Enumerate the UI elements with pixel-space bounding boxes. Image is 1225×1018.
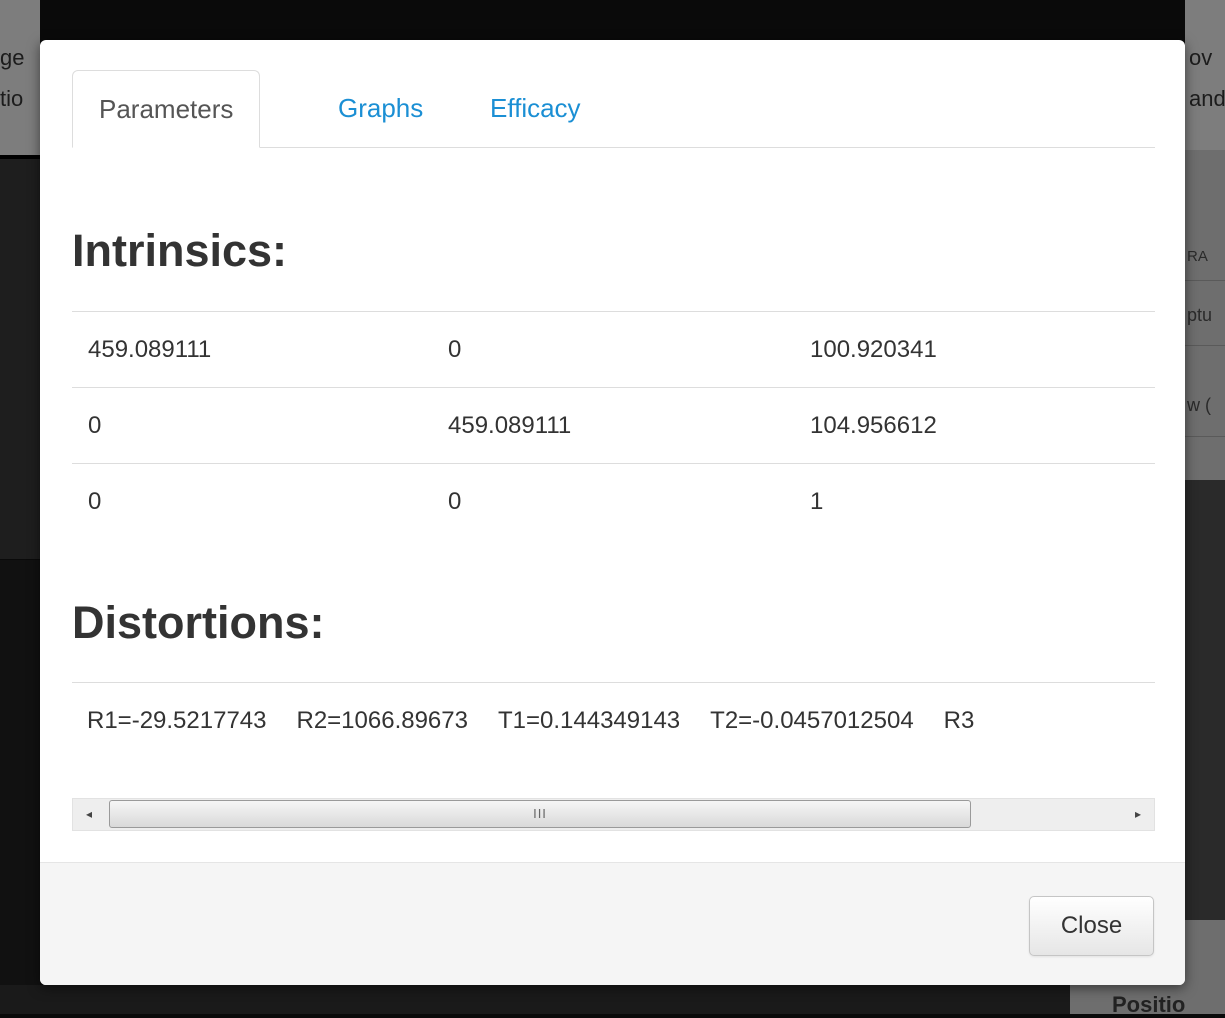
distortion-value-r2: R2=1066.89673 [296,707,468,734]
table-cell: 459.089111 [448,412,572,439]
intrinsics-table: 459.089111 0 100.920341 0 459.089111 104… [72,311,1155,539]
background-right-panel-divider [1185,280,1225,281]
background-right-panel-divider [1185,436,1225,437]
background-left-text-2: tio [0,86,24,111]
scrollbar-thumb[interactable]: III [109,800,971,828]
background-left-lower-area [0,560,40,1014]
distortion-value-t2: T2=-0.0457012504 [710,707,914,734]
background-left-panel: ge tio [0,0,40,155]
background-right-panel-text-3: w ( [1187,395,1211,415]
scrollbar-grip-icon: III [533,806,547,821]
horizontal-scrollbar[interactable]: ◂ III ▸ [72,798,1155,831]
tab-parameters[interactable]: Parameters [72,70,261,148]
close-button[interactable]: Close [1029,896,1154,956]
scroll-left-arrow-icon[interactable]: ◂ [73,799,105,830]
modal-footer: Close [40,862,1185,985]
table-cell: 100.920341 [810,336,937,363]
distortions-heading: Distortions: [72,597,325,648]
scroll-right-arrow-icon[interactable]: ▸ [1122,799,1154,830]
table-cell: 1 [810,488,824,515]
table-cell: 459.089111 [88,336,212,363]
table-row: 0 459.089111 104.956612 [72,387,1155,463]
distortion-value-t1: T1=0.144349143 [497,707,681,734]
table-cell: 104.956612 [810,412,937,439]
background-bottom-area [0,985,1225,1014]
background-right-panel-text-1: RA [1187,248,1208,265]
camera-parameters-modal: Parameters Graphs Efficacy Intrinsics: 4… [40,40,1185,985]
intrinsics-heading: Intrinsics: [72,225,288,276]
distortions-row: R1=-29.5217743 R2=1066.89673 T1=0.14434914… [87,683,1004,759]
tab-efficacy[interactable]: Efficacy [464,70,607,146]
distortion-value-r3: R3 [943,707,975,734]
background-right-panel-divider [1185,345,1225,346]
background-right-text-2: and [1189,86,1225,111]
table-cell: 0 [448,336,462,363]
table-row: 459.089111 0 100.920341 [72,311,1155,387]
background-right-text-1: ov [1189,45,1213,70]
table-cell: 0 [88,488,102,515]
tab-graphs[interactable]: Graphs [312,70,449,146]
distortion-value-r1: R1=-29.5217743 [87,707,267,734]
background-right-panel-text-2: ptu [1187,305,1213,325]
background-right-header: ov and [1185,0,1225,150]
background-bottom-right-text: Positio [1112,992,1186,1017]
table-cell: 0 [88,412,102,439]
modal-tabs: Parameters Graphs Efficacy [72,70,1155,148]
background-right-panel: RA ptu w ( [1185,150,1225,480]
table-row: 0 0 1 [72,463,1155,539]
background-left-area [0,159,40,559]
table-cell: 0 [448,488,462,515]
background-left-text-1: ge [0,45,25,70]
